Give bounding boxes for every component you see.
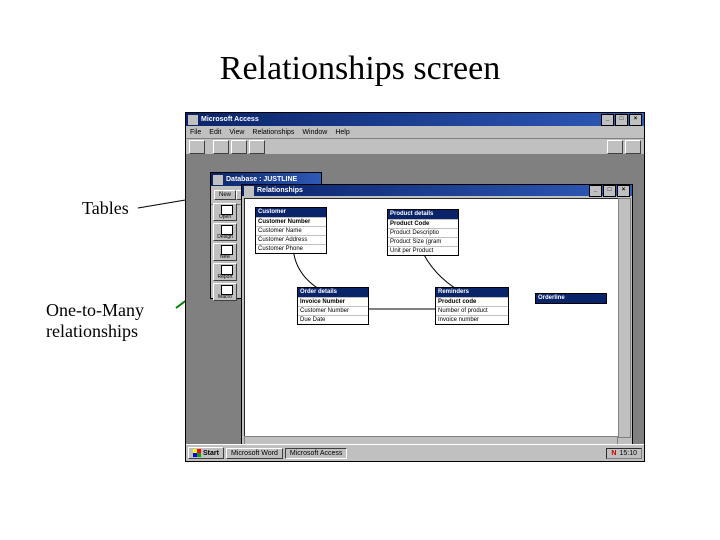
relationships-canvas[interactable]: 1 ∞ 1 ∞ Customer Customer Number Custome… — [244, 198, 630, 438]
relwin-titlebar[interactable]: Relationships _ □ × — [242, 185, 632, 196]
relwin-title-text: Relationships — [257, 187, 303, 194]
toolbar-btn-show-all[interactable] — [231, 140, 247, 154]
menu-help[interactable]: Help — [335, 129, 349, 136]
dbwin-side-new[interactable]: New — [213, 243, 237, 261]
relwin-max-button[interactable]: □ — [603, 185, 616, 197]
table-customer-field[interactable]: Customer Name — [256, 226, 326, 235]
taskbar-access[interactable]: Microsoft Access — [285, 448, 348, 459]
toolbar-btn-print[interactable] — [189, 140, 205, 154]
table-orderdet-header: Order details — [298, 288, 368, 297]
table-product-field[interactable]: Product Size (gram — [388, 237, 458, 246]
table-customer-header: Customer — [256, 208, 326, 217]
access-icon — [188, 115, 198, 125]
table-reminders-field[interactable]: Invoice number — [436, 315, 508, 324]
table-reminders[interactable]: Reminders Product code Number of product… — [435, 287, 509, 325]
close-button[interactable]: × — [629, 114, 642, 126]
dbwin-side-report[interactable]: Report — [213, 263, 237, 281]
toolbar-btn-layout[interactable] — [249, 140, 265, 154]
app-titlebar[interactable]: Microsoft Access _ □ × — [186, 113, 644, 126]
dbwin-side-macro[interactable]: Macro — [213, 283, 237, 301]
relwin-min-button[interactable]: _ — [589, 185, 602, 197]
table-order-details[interactable]: Order details Invoice Number Customer Nu… — [297, 287, 369, 325]
table-product-details[interactable]: Product details Product Code Product Des… — [387, 209, 459, 256]
table-customer-pk[interactable]: Customer Number — [256, 217, 326, 226]
system-tray[interactable]: N 15:10 — [606, 448, 642, 459]
dbwin-side-design[interactable]: Design — [213, 223, 237, 241]
table-product-pk[interactable]: Product Code — [388, 219, 458, 228]
menu-relationships[interactable]: Relationships — [252, 129, 294, 136]
table-orderdet-field[interactable]: Due Date — [298, 315, 368, 324]
table-reminders-field[interactable]: Number of product — [436, 306, 508, 315]
toolbar-btn-help[interactable] — [607, 140, 623, 154]
tray-icon[interactable]: N — [611, 450, 616, 457]
table-orderline-header: Orderline — [536, 294, 606, 303]
app-title-text: Microsoft Access — [201, 116, 259, 123]
maximize-button[interactable]: □ — [615, 114, 628, 126]
relationships-icon — [244, 186, 254, 196]
relwin-close-button[interactable]: × — [617, 185, 630, 197]
menubar: File Edit View Relationships Window Help — [186, 126, 644, 139]
table-product-field[interactable]: Unit per Product — [388, 246, 458, 255]
start-label: Start — [203, 450, 219, 457]
windows-logo-icon — [193, 449, 201, 457]
menu-file[interactable]: File — [190, 129, 201, 136]
tray-clock: 15:10 — [619, 450, 637, 457]
table-customer-field[interactable]: Customer Phone — [256, 244, 326, 253]
relationships-window[interactable]: Relationships _ □ × 1 ∞ 1 ∞ Customer — [241, 184, 633, 451]
table-orderdet-field[interactable]: Customer Number — [298, 306, 368, 315]
dbwin-side-open[interactable]: Open — [213, 203, 237, 221]
table-product-header: Product details — [388, 210, 458, 219]
dbwin-title-text: Database : JUSTLINE — [226, 176, 297, 183]
table-orderdet-pk[interactable]: Invoice Number — [298, 297, 368, 306]
toolbar-btn-office[interactable] — [625, 140, 641, 154]
relwin-vertical-scrollbar[interactable] — [618, 198, 631, 438]
taskbar: Start Microsoft Word Microsoft Access N … — [186, 444, 644, 461]
table-reminders-pk[interactable]: Product code — [436, 297, 508, 306]
dbwin-new-button[interactable]: New — [214, 190, 236, 200]
menu-view[interactable]: View — [229, 129, 244, 136]
dbwin-object-bar: Open Design New Report Macro — [213, 203, 239, 301]
start-button[interactable]: Start — [188, 447, 224, 459]
database-icon — [213, 175, 223, 185]
access-app-window: Microsoft Access _ □ × File Edit View Re… — [185, 112, 645, 462]
table-reminders-header: Reminders — [436, 288, 508, 297]
annotation-tables: Tables — [82, 198, 129, 219]
toolbar-btn-show-table[interactable] — [213, 140, 229, 154]
table-orderline[interactable]: Orderline — [535, 293, 607, 304]
taskbar-word[interactable]: Microsoft Word — [226, 448, 283, 459]
menu-edit[interactable]: Edit — [209, 129, 221, 136]
table-customer-field[interactable]: Customer Address — [256, 235, 326, 244]
mdi-workspace: Database : JUSTLINE New Open Design Open… — [186, 154, 644, 461]
table-product-field[interactable]: Product Descriptio — [388, 228, 458, 237]
slide-title: Relationships screen — [0, 50, 720, 88]
minimize-button[interactable]: _ — [601, 114, 614, 126]
menu-window[interactable]: Window — [302, 129, 327, 136]
annotation-one-to-many: One-to-Many relationships — [46, 300, 144, 341]
table-customer[interactable]: Customer Customer Number Customer Name C… — [255, 207, 327, 254]
